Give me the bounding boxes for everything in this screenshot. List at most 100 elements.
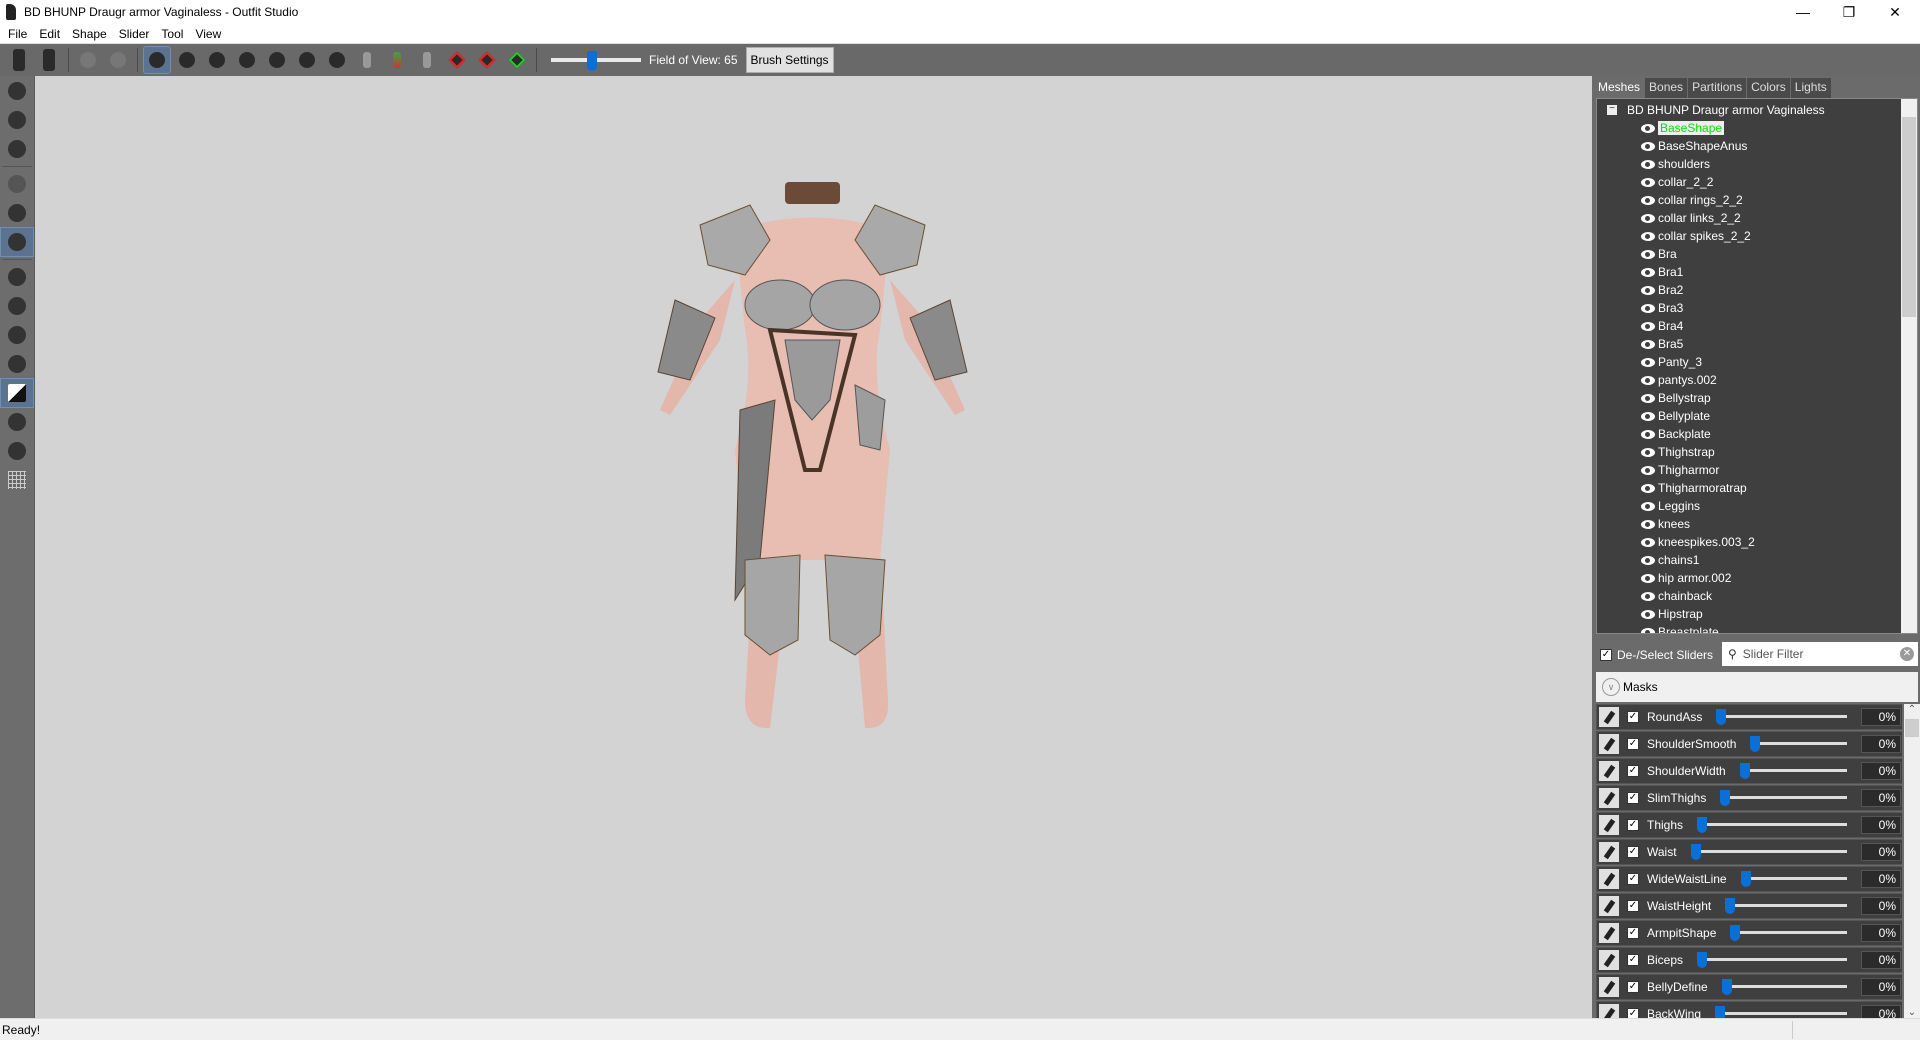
mirror-icon[interactable] (1, 170, 33, 198)
menu-slider[interactable]: Slider (115, 27, 158, 41)
mesh-item[interactable]: chains1 (1641, 551, 1699, 569)
pivot-icon[interactable] (1, 106, 33, 134)
tree-scrollbar[interactable] (1901, 99, 1917, 633)
slider-value[interactable]: 0% (1861, 816, 1901, 834)
eye-icon[interactable] (1641, 195, 1655, 205)
mesh-item[interactable]: Bra4 (1641, 317, 1683, 335)
tab-lights[interactable]: Lights (1790, 78, 1831, 98)
slider-value[interactable]: 0% (1861, 762, 1901, 780)
slider-track[interactable] (1739, 761, 1847, 781)
tab-colors[interactable]: Colors (1747, 78, 1790, 98)
clear-filter-icon[interactable]: ✕ (1900, 647, 1914, 661)
eye-icon[interactable] (1641, 609, 1655, 619)
eye-icon[interactable] (1641, 303, 1655, 313)
edit-slider-pencil-icon[interactable] (1599, 707, 1619, 727)
collapse-icon[interactable]: − (1607, 104, 1617, 115)
eye-icon[interactable] (1641, 519, 1655, 529)
inflate-brush-icon[interactable] (204, 47, 230, 73)
slider-checkbox[interactable]: ✓ (1627, 792, 1639, 804)
mesh-item[interactable]: chainback (1641, 587, 1712, 605)
eye-icon[interactable] (1641, 429, 1655, 439)
mesh-item[interactable]: shoulders (1641, 155, 1710, 173)
mesh-item[interactable]: Hipstrap (1641, 605, 1703, 623)
alpha-brush-icon[interactable] (414, 47, 440, 73)
menu-shape[interactable]: Shape (68, 27, 115, 41)
load-reference-icon[interactable] (6, 47, 32, 73)
mesh-item[interactable]: Panty_3 (1641, 353, 1702, 371)
edit-slider-pencil-icon[interactable] (1599, 950, 1619, 970)
slider-track[interactable] (1730, 923, 1847, 943)
slider-track[interactable] (1715, 1004, 1847, 1018)
slider-thumb[interactable] (1697, 952, 1708, 968)
edit-slider-pencil-icon[interactable] (1599, 788, 1619, 808)
fov-slider-thumb[interactable] (587, 51, 597, 71)
slider-track[interactable] (1720, 788, 1847, 808)
slider-thumb[interactable] (1690, 844, 1701, 860)
mesh-item[interactable]: kneespikes.003_2 (1641, 533, 1755, 551)
undiff-brush-icon[interactable] (324, 47, 350, 73)
eye-icon[interactable] (1641, 627, 1655, 633)
slider-value[interactable]: 0% (1861, 1005, 1901, 1018)
slider-track[interactable] (1716, 707, 1847, 727)
eye-icon[interactable] (1641, 537, 1655, 547)
eye-icon[interactable] (1641, 357, 1655, 367)
mesh-item[interactable]: Bra5 (1641, 335, 1683, 353)
eye-icon[interactable] (1641, 285, 1655, 295)
transform-icon[interactable] (1, 77, 33, 105)
edit-slider-pencil-icon[interactable] (1599, 977, 1619, 997)
menu-view[interactable]: View (191, 27, 229, 41)
slider-value[interactable]: 0% (1861, 978, 1901, 996)
collapse-vertex-icon[interactable] (444, 47, 470, 73)
mask-brush-icon[interactable] (174, 47, 200, 73)
slider-checkbox[interactable]: ✓ (1627, 927, 1639, 939)
mesh-item[interactable]: Thigharmor (1641, 461, 1719, 479)
slider-thumb[interactable] (1730, 925, 1741, 941)
minimize-button[interactable]: — (1780, 0, 1826, 24)
mesh-item[interactable]: hip armor.002 (1641, 569, 1731, 587)
mesh-item[interactable]: pantys.002 (1641, 371, 1717, 389)
brush-settings-button[interactable]: Brush Settings (745, 47, 834, 73)
edit-slider-pencil-icon[interactable] (1599, 869, 1619, 889)
deselect-sliders-checkbox[interactable]: ✓ (1600, 649, 1612, 661)
menu-edit[interactable]: Edit (35, 27, 68, 41)
slider-track[interactable] (1725, 896, 1847, 916)
eye-icon[interactable] (1641, 159, 1655, 169)
edit-slider-pencil-icon[interactable] (1599, 842, 1619, 862)
eye-icon[interactable] (1641, 123, 1655, 133)
tree-scroll-thumb[interactable] (1902, 117, 1916, 317)
mesh-item[interactable]: collar links_2_2 (1641, 209, 1741, 227)
slider-checkbox[interactable]: ✓ (1627, 873, 1639, 885)
slider-thumb[interactable] (1715, 1006, 1726, 1018)
slider-checkbox[interactable]: ✓ (1627, 981, 1639, 993)
mesh-item[interactable]: Bra1 (1641, 263, 1683, 281)
mesh-item[interactable]: Bellystrap (1641, 389, 1711, 407)
masks-section[interactable]: ∨ Masks (1596, 672, 1918, 702)
connected-only-icon[interactable] (1, 199, 33, 227)
edit-slider-pencil-icon[interactable] (1599, 734, 1619, 754)
slider-value[interactable]: 0% (1861, 897, 1901, 915)
slider-value[interactable]: 0% (1861, 924, 1901, 942)
tree-root[interactable]: − BD BHUNP Draugr armor Vaginaless (1607, 103, 1825, 117)
mesh-item[interactable]: Leggins (1641, 497, 1700, 515)
bones-icon[interactable] (1, 437, 33, 465)
mesh-item[interactable]: Bra (1641, 245, 1677, 263)
smooth-brush-icon[interactable] (294, 47, 320, 73)
deflate-brush-icon[interactable] (234, 47, 260, 73)
mesh-item[interactable]: Thighstrap (1641, 443, 1715, 461)
global-brush-icon[interactable] (0, 227, 34, 257)
weight-brush-icon[interactable] (354, 47, 380, 73)
mesh-item[interactable]: collar spikes_2_2 (1641, 227, 1751, 245)
eye-icon[interactable] (1641, 267, 1655, 277)
slider-value[interactable]: 0% (1861, 870, 1901, 888)
eye-icon[interactable] (1641, 177, 1655, 187)
move-brush-icon[interactable] (264, 47, 290, 73)
eye-icon[interactable] (1641, 339, 1655, 349)
eye-icon[interactable] (1641, 411, 1655, 421)
eye-icon[interactable] (1641, 591, 1655, 601)
mesh-item[interactable]: collar rings_2_2 (1641, 191, 1743, 209)
brush-center-icon[interactable] (1, 263, 33, 291)
mesh-item[interactable]: Thigharmoratrap (1641, 479, 1747, 497)
slider-thumb[interactable] (1716, 709, 1727, 725)
close-button[interactable]: ✕ (1872, 0, 1918, 24)
slider-track[interactable] (1697, 815, 1847, 835)
